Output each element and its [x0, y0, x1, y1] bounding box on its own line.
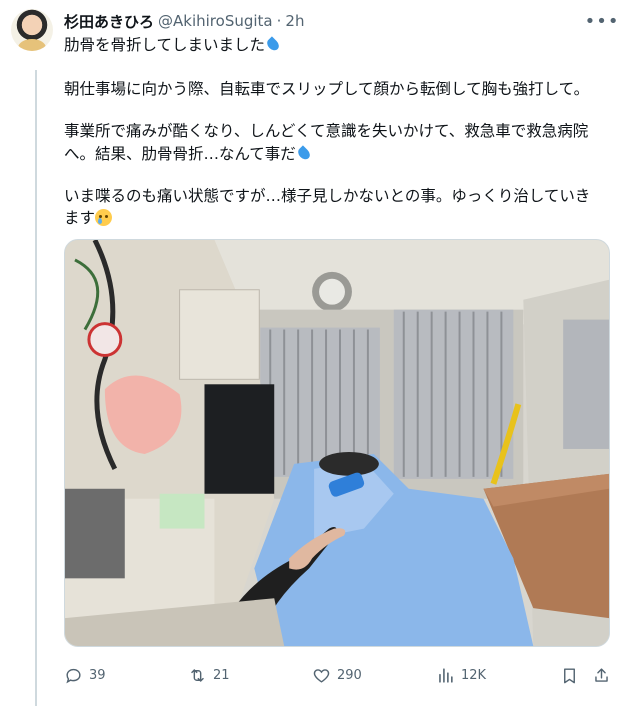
- tweet-text: 事業所で痛みが酷くなり、しんどくて意識を失いかけて、救急車で救急病院: [64, 122, 589, 140]
- tweet-line-5: いま喋るのも痛い状態ですが…様子見しかないとの事。ゆっくり治していき: [64, 185, 612, 208]
- tweet-line-1: 肋骨を骨折してしまいました: [64, 34, 612, 57]
- retweet-button[interactable]: 21: [188, 660, 230, 690]
- tweet-text: ます: [64, 209, 96, 227]
- like-icon: [313, 668, 330, 683]
- views-icon: [439, 667, 453, 683]
- share-icon: [595, 667, 608, 682]
- avatar[interactable]: [11, 9, 53, 51]
- reply-icon: [66, 668, 81, 683]
- bookmark-button[interactable]: [560, 660, 579, 690]
- tweet-line-6: ます: [64, 207, 612, 230]
- view-count: 12K: [461, 667, 487, 683]
- timestamp[interactable]: 2h: [285, 12, 304, 30]
- share-button[interactable]: [592, 660, 611, 690]
- ambulance-interior-photo: [65, 240, 609, 646]
- reply-button[interactable]: 39: [64, 660, 106, 690]
- author-name[interactable]: 杉田あきひろ: [64, 11, 154, 32]
- tweet-line-4: へ。結果、肋骨骨折…なんて事だ: [64, 143, 612, 166]
- tweet-text: いま喋るのも痛い状態ですが…様子見しかないとの事。ゆっくり治していき: [64, 187, 591, 205]
- droplet-icon: [295, 145, 312, 162]
- more-options-button[interactable]: •••: [584, 10, 620, 32]
- author-handle[interactable]: @AkihiroSugita: [158, 12, 273, 30]
- retweet-count: 21: [213, 667, 230, 683]
- tweet-text: 肋骨を骨折してしまいました: [64, 36, 266, 54]
- reply-count: 39: [89, 667, 106, 683]
- bookmark-icon: [564, 667, 575, 683]
- droplet-icon: [264, 36, 282, 53]
- tweet-header: 杉田あきひろ @AkihiroSugita · 2h: [64, 10, 624, 32]
- more-icon: •••: [584, 10, 620, 32]
- separator: ·: [276, 12, 282, 30]
- tweet-text: 朝仕事場に向かう際、自転車でスリップして顔から転倒して胸も強打して。: [64, 80, 590, 98]
- tweet-line-3: 事業所で痛みが酷くなり、しんどくて意識を失いかけて、救急車で救急病院: [64, 120, 612, 143]
- like-button[interactable]: 290: [312, 660, 362, 690]
- tweet-text: へ。結果、肋骨骨折…なんて事だ: [64, 145, 296, 163]
- tweet-photo[interactable]: [64, 239, 610, 647]
- tweet-line-2: 朝仕事場に向かう際、自転車でスリップして顔から転倒して胸も強打して。: [64, 78, 612, 101]
- like-count: 290: [337, 667, 362, 683]
- crying-face-icon: [95, 209, 113, 226]
- tweet-actions: 39 21 290 12K: [56, 660, 616, 690]
- retweet-icon: [191, 668, 204, 682]
- views-button[interactable]: 12K: [436, 660, 486, 690]
- thread-line: [35, 70, 37, 706]
